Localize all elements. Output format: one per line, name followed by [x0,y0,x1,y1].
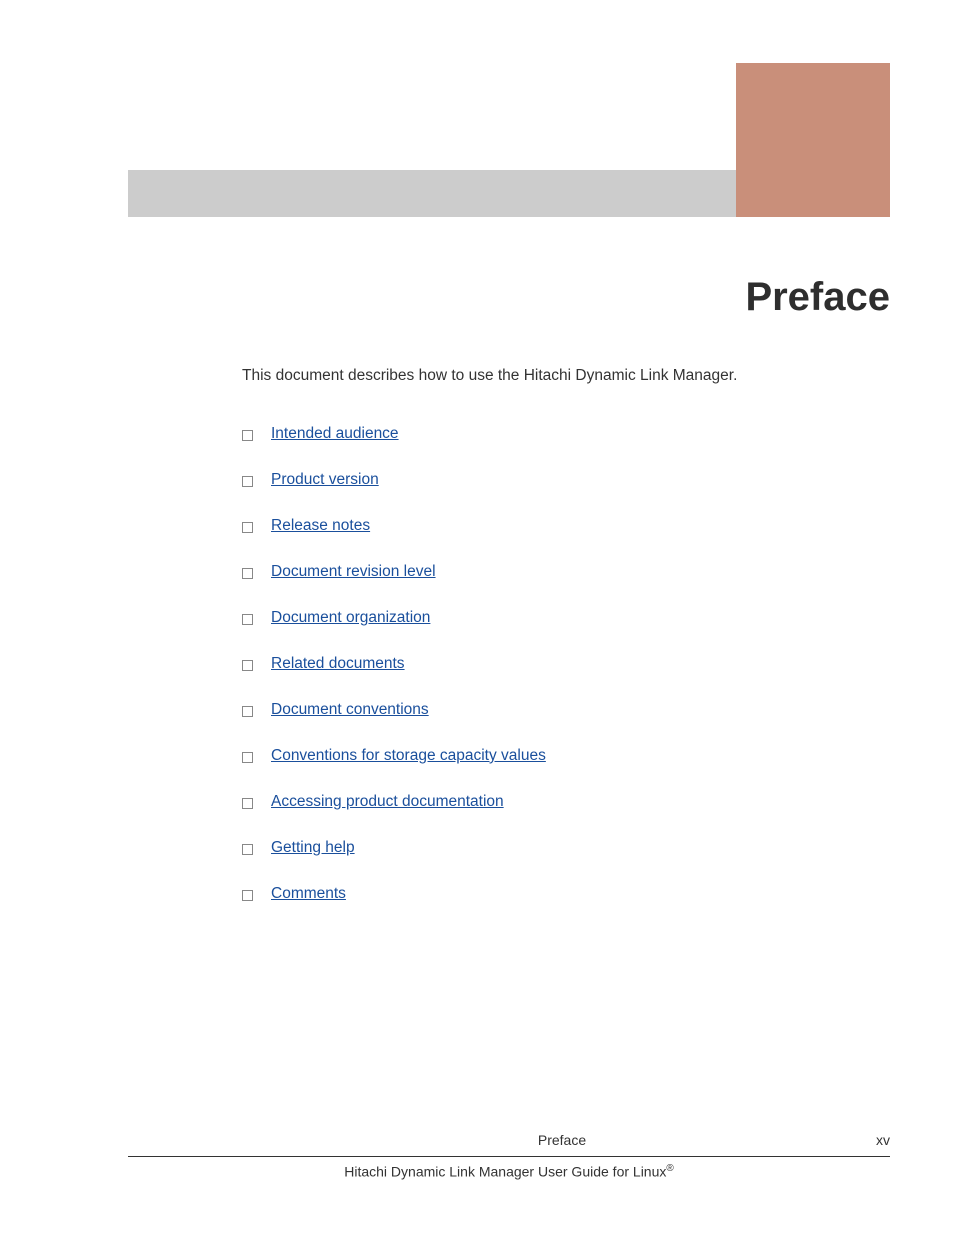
toc-link-conventions-storage-capacity[interactable]: Conventions for storage capacity values [271,747,546,765]
toc-item: Comments [242,885,890,903]
square-bullet-icon [242,844,253,855]
square-bullet-icon [242,430,253,441]
toc-link-comments[interactable]: Comments [271,885,346,903]
square-bullet-icon [242,568,253,579]
footer-book-prefix: Hitachi Dynamic Link Manager User Guide … [344,1164,666,1180]
toc-link-document-organization[interactable]: Document organization [271,609,430,627]
toc-item: Conventions for storage capacity values [242,747,890,765]
square-bullet-icon [242,798,253,809]
toc-link-accessing-documentation[interactable]: Accessing product documentation [271,793,504,811]
toc-link-document-revision-level[interactable]: Document revision level [271,563,436,581]
toc-link-getting-help[interactable]: Getting help [271,839,355,857]
toc-item: Getting help [242,839,890,857]
toc-item: Document conventions [242,701,890,719]
square-bullet-icon [242,890,253,901]
toc-item: Intended audience [242,425,890,443]
toc-link-intended-audience[interactable]: Intended audience [271,425,399,443]
square-bullet-icon [242,476,253,487]
square-bullet-icon [242,614,253,625]
toc-item: Release notes [242,517,890,535]
header-accent-block [736,63,890,217]
square-bullet-icon [242,706,253,717]
footer-top-row: Preface xv [128,1132,890,1150]
toc-item: Accessing product documentation [242,793,890,811]
toc-list: Intended audience Product version Releas… [242,425,890,903]
square-bullet-icon [242,660,253,671]
footer-section-name: Preface [248,1132,876,1148]
page-footer: Preface xv Hitachi Dynamic Link Manager … [128,1132,890,1180]
toc-item: Product version [242,471,890,489]
square-bullet-icon [242,752,253,763]
toc-link-document-conventions[interactable]: Document conventions [271,701,429,719]
footer-book-title: Hitachi Dynamic Link Manager User Guide … [128,1163,890,1180]
content-area: This document describes how to use the H… [242,365,890,931]
toc-link-product-version[interactable]: Product version [271,471,379,489]
toc-link-related-documents[interactable]: Related documents [271,655,405,673]
page-title: Preface [745,275,890,320]
toc-item: Related documents [242,655,890,673]
intro-paragraph: This document describes how to use the H… [242,365,890,387]
toc-item: Document revision level [242,563,890,581]
toc-item: Document organization [242,609,890,627]
toc-link-release-notes[interactable]: Release notes [271,517,370,535]
square-bullet-icon [242,522,253,533]
header-grey-bar [128,170,736,217]
registered-icon: ® [666,1163,673,1174]
footer-divider [128,1156,890,1157]
footer-page-number: xv [876,1132,890,1148]
